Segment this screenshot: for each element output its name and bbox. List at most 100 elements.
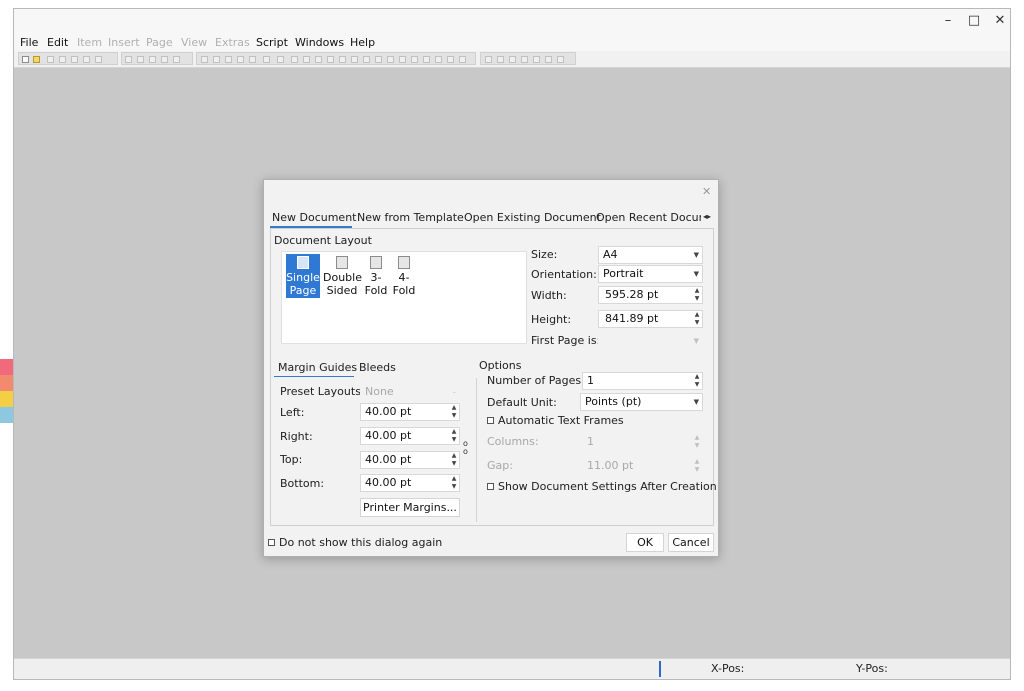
show-settings-option[interactable]: Show Document Settings After Creation (487, 480, 717, 493)
tab-new-from-template[interactable]: New from Template (357, 211, 464, 224)
image-frame-icon[interactable] (225, 56, 232, 63)
printer-margins-button[interactable]: Printer Margins... (360, 498, 460, 517)
node-edit-icon[interactable] (459, 56, 466, 63)
size-combo[interactable]: A4 ▼ (598, 246, 703, 264)
menu-script[interactable]: Script (256, 36, 288, 49)
height-spinbox[interactable]: 841.89 pt ▲ ▼ (598, 310, 703, 328)
spin-arrows-icon[interactable]: ▲ ▼ (451, 475, 457, 491)
tab-margin-guides[interactable]: Margin Guides (278, 361, 357, 374)
save-icon[interactable] (59, 56, 66, 63)
pdf-list-box-icon[interactable] (533, 56, 540, 63)
minimize-icon[interactable]: – (940, 13, 956, 29)
spin-arrows-icon[interactable]: ▲ ▼ (451, 428, 457, 444)
three-fold-icon (370, 256, 382, 269)
do-not-show-checkbox[interactable] (268, 538, 275, 546)
spin-arrows-icon[interactable]: ▲ ▼ (451, 404, 457, 420)
automatic-text-frames-checkbox[interactable] (487, 416, 494, 424)
ok-button[interactable]: OK (626, 533, 664, 552)
tab-new-document[interactable]: New Document (272, 211, 356, 224)
freehand-icon[interactable] (327, 56, 334, 63)
tab-open-existing[interactable]: Open Existing Document (464, 211, 601, 224)
undo-icon[interactable] (125, 56, 132, 63)
menu-windows[interactable]: Windows (295, 36, 344, 49)
layout-3-fold[interactable]: 3- Fold (364, 254, 388, 298)
default-unit-combo[interactable]: Points (pt) ▼ (580, 393, 703, 411)
dialog-close-icon[interactable]: ✕ (702, 185, 711, 198)
show-settings-checkbox[interactable] (487, 482, 494, 490)
table-icon[interactable] (249, 56, 256, 63)
menu-insert[interactable]: Insert (108, 36, 140, 49)
chain-link-icon[interactable]: oo (463, 440, 468, 456)
link-frames-icon[interactable] (399, 56, 406, 63)
menu-help[interactable]: Help (350, 36, 375, 49)
print-icon[interactable] (71, 56, 78, 63)
tab-open-recent[interactable]: Open Recent Docum (596, 211, 701, 224)
maximize-icon[interactable]: □ (966, 13, 982, 29)
layout-single-page[interactable]: Single Page (286, 254, 320, 298)
automatic-text-frames-option[interactable]: Automatic Text Frames (487, 414, 624, 427)
pdf-push-button-icon[interactable] (485, 56, 492, 63)
margin-top-spinbox[interactable]: 40.00 pt ▲ ▼ (360, 451, 460, 469)
tab-scroll-arrows[interactable]: ◂▸ (703, 212, 711, 221)
preset-layouts-combo[interactable]: None – (360, 383, 460, 401)
edit-text-icon[interactable] (387, 56, 394, 63)
gap-spinbox[interactable]: 11.00 pt ▲ ▼ (582, 457, 703, 475)
bezier-icon[interactable] (315, 56, 322, 63)
text-frame-icon[interactable] (213, 56, 220, 63)
layout-double-sided[interactable]: Double Sided (323, 254, 362, 298)
width-spinbox[interactable]: 595.28 pt ▲ ▼ (598, 286, 703, 304)
export-pdf-icon[interactable] (95, 56, 102, 63)
new-document-icon[interactable] (22, 56, 29, 63)
cut-icon[interactable] (149, 56, 156, 63)
shape-icon[interactable] (263, 56, 270, 63)
arc-icon[interactable] (291, 56, 298, 63)
polygon-icon[interactable] (277, 56, 284, 63)
render-frame-icon[interactable] (237, 56, 244, 63)
margin-left-spinbox[interactable]: 40.00 pt ▲ ▼ (360, 403, 460, 421)
link-annotation-icon[interactable] (557, 56, 564, 63)
spin-arrows-icon[interactable]: ▲ ▼ (694, 373, 700, 389)
menu-item[interactable]: Item (77, 36, 102, 49)
do-not-show-option[interactable]: Do not show this dialog again (268, 536, 442, 549)
text-annotation-icon[interactable] (545, 56, 552, 63)
margin-right-spinbox[interactable]: 40.00 pt ▲ ▼ (360, 427, 460, 445)
calligraphy-icon[interactable] (339, 56, 346, 63)
tab-bleeds[interactable]: Bleeds (359, 361, 396, 374)
measure-icon[interactable] (423, 56, 430, 63)
paste-icon[interactable] (173, 56, 180, 63)
preflight-icon[interactable] (83, 56, 90, 63)
line-icon[interactable] (303, 56, 310, 63)
copy-properties-icon[interactable] (435, 56, 442, 63)
redo-icon[interactable] (137, 56, 144, 63)
number-of-pages-spinbox[interactable]: 1 ▲ ▼ (582, 372, 703, 390)
pdf-text-field-icon[interactable] (497, 56, 504, 63)
cancel-button[interactable]: Cancel (668, 533, 714, 552)
spin-arrows-icon[interactable]: ▲ ▼ (694, 458, 700, 474)
layout-4-fold[interactable]: 4- Fold (392, 254, 416, 298)
spin-arrows-icon[interactable]: ▲ ▼ (451, 452, 457, 468)
spin-arrows-icon[interactable]: ▲ ▼ (694, 434, 700, 450)
first-page-combo[interactable]: ▼ (598, 332, 703, 350)
edit-contents-icon[interactable] (375, 56, 382, 63)
close-icon[interactable]: ✕ (992, 13, 1008, 29)
open-folder-icon[interactable] (33, 56, 40, 63)
spin-arrows-icon[interactable]: ▲ ▼ (694, 311, 700, 327)
rotate-icon[interactable] (351, 56, 358, 63)
pdf-checkbox-icon[interactable] (509, 56, 516, 63)
menu-page[interactable]: Page (146, 36, 173, 49)
margin-bottom-spinbox[interactable]: 40.00 pt ▲ ▼ (360, 474, 460, 492)
pdf-combo-box-icon[interactable] (521, 56, 528, 63)
copy-icon[interactable] (161, 56, 168, 63)
spin-arrows-icon[interactable]: ▲ ▼ (694, 287, 700, 303)
menu-edit[interactable]: Edit (47, 36, 68, 49)
menu-view[interactable]: View (181, 36, 207, 49)
orientation-combo[interactable]: Portrait ▼ (598, 265, 703, 283)
select-tool-icon[interactable] (201, 56, 208, 63)
columns-spinbox[interactable]: 1 ▲ ▼ (582, 433, 703, 451)
menu-file[interactable]: File (20, 36, 38, 49)
eye-dropper-icon[interactable] (447, 56, 454, 63)
unlink-frames-icon[interactable] (411, 56, 418, 63)
close-document-icon[interactable] (47, 56, 54, 63)
zoom-icon[interactable] (363, 56, 370, 63)
menu-extras[interactable]: Extras (215, 36, 250, 49)
